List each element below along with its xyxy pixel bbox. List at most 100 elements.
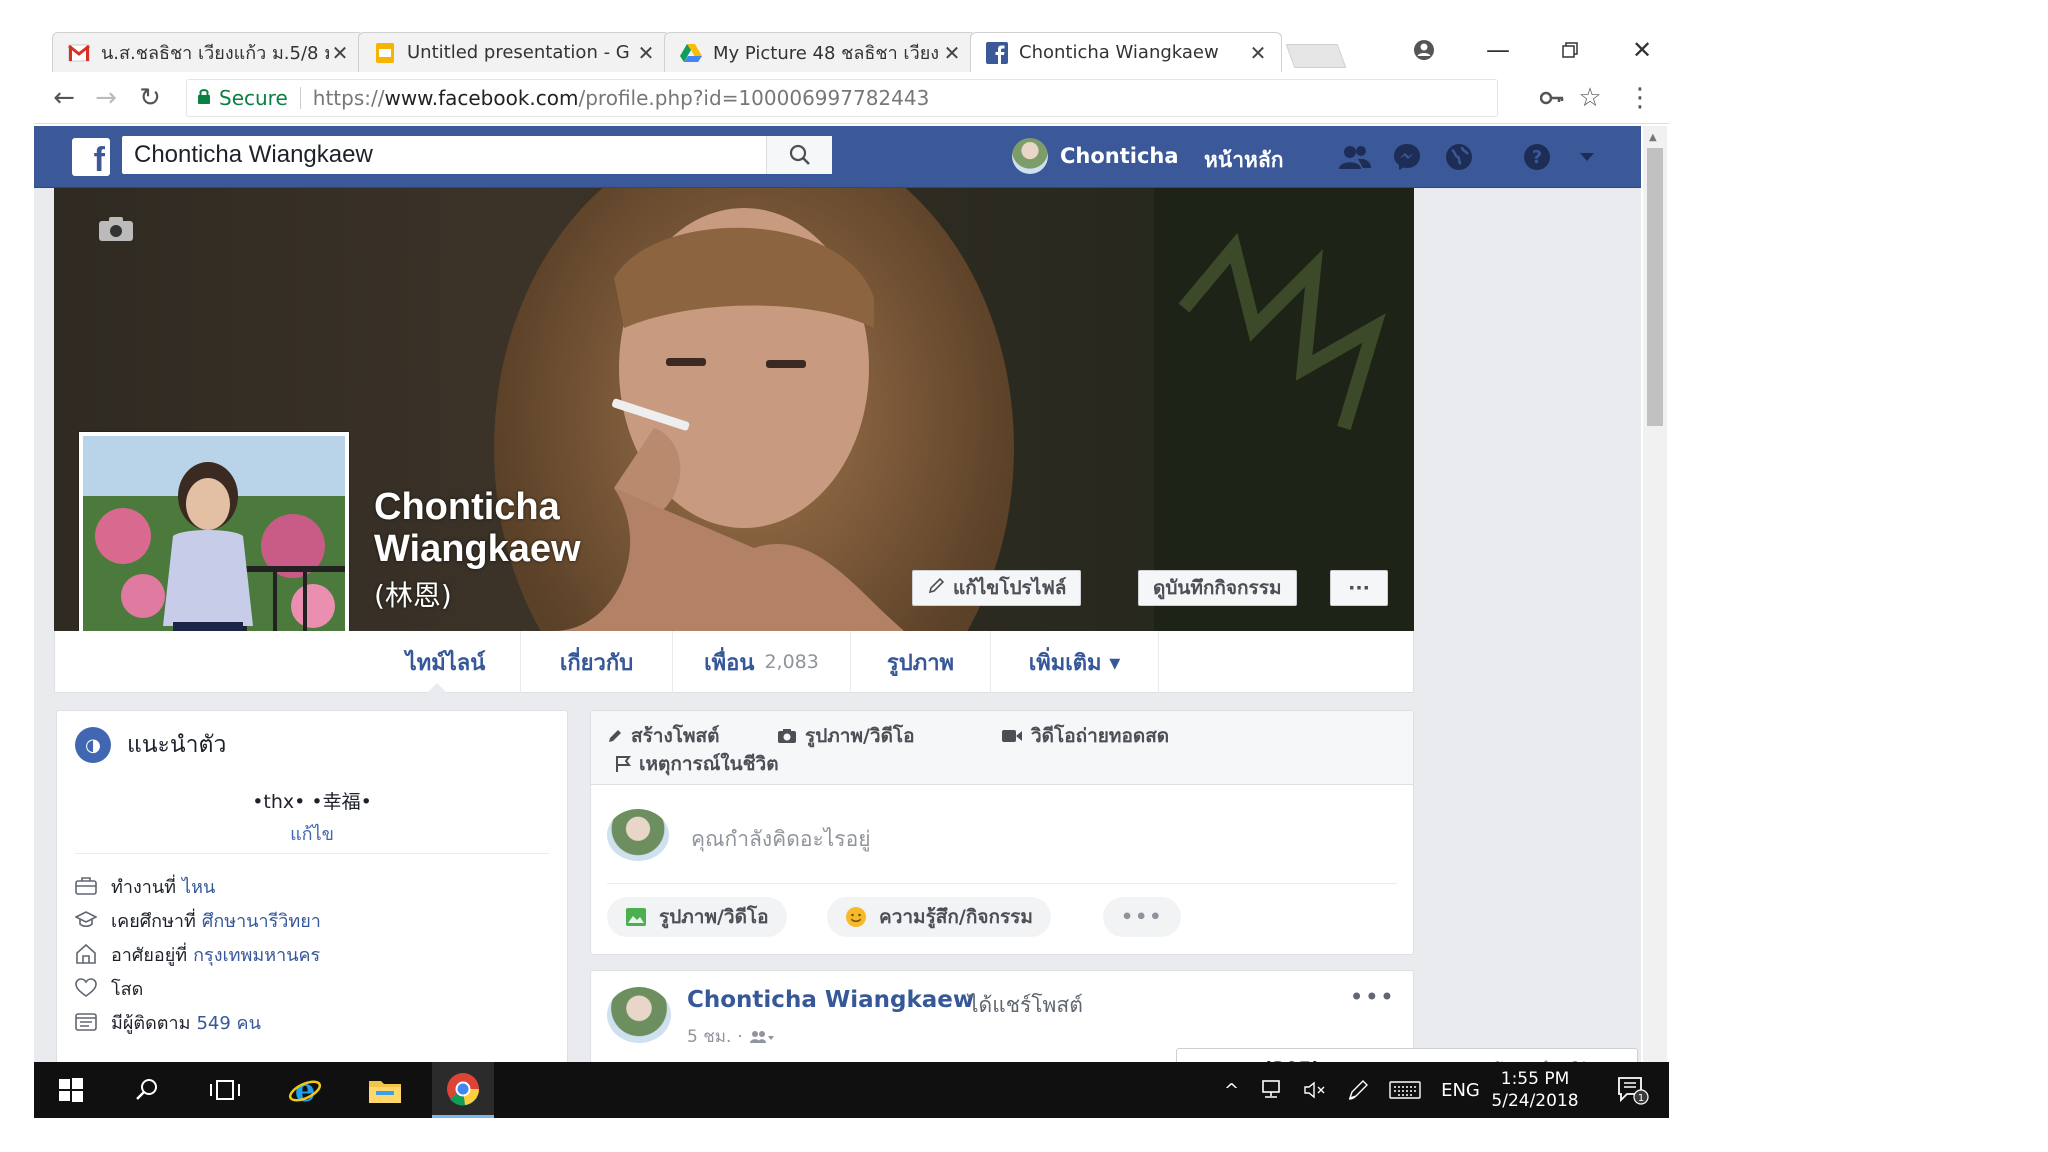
post-options-button[interactable]: ••• <box>1350 983 1395 1011</box>
live-video-button[interactable]: วิดีโอถ่ายทอดสด <box>1001 721 1169 751</box>
browser-tab-facebook[interactable]: Chonticha Wiangkaew ✕ <box>970 32 1282 72</box>
pen-icon[interactable] <box>1347 1079 1369 1101</box>
network-icon[interactable] <box>1259 1080 1283 1100</box>
photo-video-label: รูปภาพ/วิดีโอ <box>805 725 915 747</box>
life-event-button[interactable]: เหตุการณ์ในชีวิต <box>615 749 779 779</box>
avatar[interactable] <box>607 987 671 1043</box>
intro-row-prefix: มีผู้ติดตาม <box>111 1012 191 1034</box>
post-author-link[interactable]: Chonticha Wiangkaew <box>687 987 974 1013</box>
chrome-taskbar-icon[interactable] <box>432 1062 494 1118</box>
volume-muted-icon[interactable] <box>1303 1080 1327 1100</box>
browser-tab-gmail[interactable]: น.ส.ชลธิชา เวียงแก้ว ม.5/8 ม ✕ <box>52 32 364 72</box>
intro-row-link[interactable]: ศึกษานารีวิทยา <box>202 906 321 935</box>
intro-row-link[interactable]: 549 คน <box>196 1008 260 1037</box>
back-icon[interactable]: ← <box>48 82 80 114</box>
taskbar-clock[interactable]: 1:55 PM 5/24/2018 <box>1482 1068 1588 1112</box>
post-composer-input[interactable]: คุณกำลังคิดอะไรอยู่ <box>691 823 871 856</box>
intro-row-work: ทำงานที่ ไหน <box>75 871 215 901</box>
feeling-activity-pill[interactable]: ความรู้สึก/กิจกรรม <box>827 897 1051 937</box>
audience-friends-icon[interactable] <box>749 1030 775 1044</box>
close-tab-icon[interactable]: ✕ <box>941 41 963 65</box>
more-composer-options[interactable]: ••• <box>1103 897 1182 937</box>
tab-label: เพิ่มเติม ▾ <box>1028 650 1121 676</box>
photo-video-pill[interactable]: รูปภาพ/วิดีโอ <box>607 897 787 937</box>
page-scrollbar[interactable]: ▲ ▼ <box>1643 126 1667 1086</box>
windows-start-icon[interactable] <box>40 1062 102 1118</box>
tab-title: My Picture 48 ชลธิชา เวียง <box>713 43 940 64</box>
forward-icon[interactable]: → <box>90 82 122 114</box>
task-view-icon[interactable] <box>194 1062 256 1118</box>
pencil-icon <box>607 728 623 744</box>
intro-row-link[interactable]: ไหน <box>182 872 215 901</box>
edit-bio-link[interactable]: แก้ไข <box>57 819 567 848</box>
camera-icon[interactable] <box>98 216 134 246</box>
browser-tab-slides[interactable]: Untitled presentation - G ✕ <box>358 32 670 72</box>
tab-friends[interactable]: เพื่อน 2,083 <box>673 631 851 693</box>
reload-icon[interactable]: ↻ <box>134 82 166 114</box>
intro-row-relationship: โสด <box>75 973 143 1003</box>
create-post-button[interactable]: สร้างโพสต์ <box>607 721 719 751</box>
tab-title: Chonticha Wiangkaew <box>1019 42 1219 63</box>
close-tab-icon[interactable]: ✕ <box>635 41 657 65</box>
menu-icon[interactable]: ⋮ <box>1624 82 1656 114</box>
browser-tab-drive[interactable]: My Picture 48 ชลธิชา เวียง ✕ <box>664 32 976 72</box>
action-center-icon[interactable]: 1 <box>1602 1062 1664 1118</box>
profile-nav-tabs: ไทม์ไลน์ เกี่ยวกับ เพื่อน 2,083 รูปภาพ เ… <box>54 631 1414 693</box>
profile-icon[interactable] <box>1404 34 1444 66</box>
search-icon[interactable] <box>116 1062 178 1118</box>
edit-profile-button[interactable]: แก้ไขโปรไฟล์ <box>912 570 1082 606</box>
key-icon[interactable] <box>1536 82 1568 114</box>
language-indicator[interactable]: ENG <box>1441 1080 1480 1101</box>
scroll-up-icon[interactable]: ▲ <box>1649 132 1657 143</box>
tab-more[interactable]: เพิ่มเติม ▾ <box>991 631 1159 693</box>
restore-icon[interactable] <box>1550 34 1590 66</box>
post-action-text: ได้แชร์โพสต์ <box>968 993 1083 1017</box>
file-explorer-icon[interactable] <box>354 1062 416 1118</box>
profile-name[interactable]: Chonticha Wiangkaew <box>374 486 581 570</box>
scrollbar-thumb[interactable] <box>1647 148 1663 426</box>
intro-row-education: เคยศึกษาที่ ศึกษานารีวิทยา <box>75 905 321 935</box>
bookmark-star-icon[interactable]: ☆ <box>1574 82 1606 114</box>
more-dots-icon: ··· <box>1348 577 1370 599</box>
intro-row-link[interactable]: กรุงเทพมหานคร <box>193 940 320 969</box>
slides-icon <box>373 41 397 65</box>
followers-icon <box>75 1013 101 1031</box>
tab-about[interactable]: เกี่ยวกับ <box>521 631 673 693</box>
tab-photos[interactable]: รูปภาพ <box>851 631 991 693</box>
show-hidden-icons-chevron-icon[interactable]: ^ <box>1224 1080 1239 1101</box>
notifications-globe-icon[interactable] <box>1442 142 1476 172</box>
profile-name-first: Chonticha <box>374 486 560 528</box>
post-timestamp[interactable]: 5 ชม. · <box>687 1023 775 1050</box>
photo-video-button[interactable]: รูปภาพ/วิดีโอ <box>777 721 915 751</box>
url-text[interactable]: https://www.facebook.com/profile.php?id=… <box>313 86 930 110</box>
search-icon[interactable] <box>766 136 832 174</box>
minimize-icon[interactable]: — <box>1478 34 1518 66</box>
address-bar: ← → ↻ Secure https://www.facebook.com/pr… <box>34 72 1669 124</box>
intro-row-location: อาศัยอยู่ที่ กรุงเทพมหานคร <box>75 939 320 969</box>
messenger-icon[interactable] <box>1390 142 1424 172</box>
profile-shortcut[interactable]: Chonticha <box>1012 136 1179 176</box>
more-options-button[interactable]: ··· <box>1330 570 1388 606</box>
account-menu-chevron-icon[interactable] <box>1570 142 1604 172</box>
screen: น.ส.ชลธิชา เวียงแก้ว ม.5/8 ม ✕ Untitled … <box>34 28 1669 1118</box>
friends-count: 2,083 <box>764 651 819 673</box>
help-icon[interactable]: ? <box>1520 142 1554 172</box>
close-tab-icon[interactable]: ✕ <box>1247 41 1269 65</box>
window-close-icon[interactable]: ✕ <box>1622 34 1662 66</box>
new-tab-button[interactable] <box>1285 44 1347 68</box>
browser-tab-bar: น.ส.ชลธิชา เวียงแก้ว ม.5/8 ม ✕ Untitled … <box>34 28 1669 72</box>
friend-requests-icon[interactable] <box>1338 142 1372 172</box>
facebook-logo-icon[interactable]: f <box>72 138 110 176</box>
home-link[interactable]: หน้าหลัก <box>1204 144 1283 177</box>
omnibox[interactable]: Secure https://www.facebook.com/profile.… <box>186 79 1498 117</box>
gmail-icon <box>67 41 91 65</box>
touch-keyboard-icon[interactable] <box>1389 1080 1421 1100</box>
active-tab-indicator <box>427 683 447 693</box>
close-tab-icon[interactable]: ✕ <box>329 41 351 65</box>
activity-log-button[interactable]: ดูบันทึกกิจกรรม <box>1138 570 1297 606</box>
windows-taskbar: e ^ ENG 1:55 PM 5/24/2018 1 <box>34 1062 1669 1118</box>
intro-header: ◑ แนะนำตัว <box>75 727 226 763</box>
svg-text:?: ? <box>1532 147 1542 168</box>
facebook-search-input[interactable]: Chonticha Wiangkaew <box>122 136 832 174</box>
internet-explorer-icon[interactable]: e <box>274 1062 336 1118</box>
